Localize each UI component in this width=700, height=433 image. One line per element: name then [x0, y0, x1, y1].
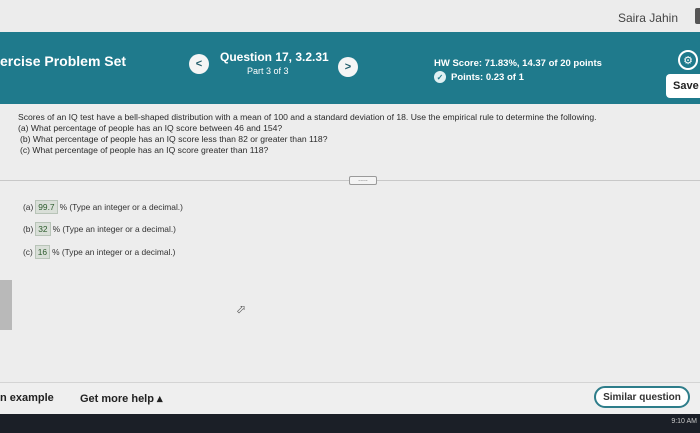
answer-row-c: (c) 16 % (Type an integer or a decimal.) — [23, 245, 175, 259]
problem-set-title: ercise Problem Set — [0, 53, 127, 69]
problem-part-b: (b) What percentage of people has an IQ … — [20, 134, 328, 144]
answer-hint-b: % (Type an integer or a decimal.) — [52, 224, 176, 234]
left-scrollbar[interactable] — [0, 280, 12, 330]
points-label: Points: 0.23 of 1 — [451, 71, 524, 83]
bottom-bar: n example Get more help ▴ Similar questi… — [0, 382, 700, 414]
answer-hint-a: % (Type an integer or a decimal.) — [59, 202, 183, 212]
top-bar: Saira Jahin — [0, 0, 700, 32]
problem-statement: Scores of an IQ test have a bell-shaped … — [18, 112, 688, 156]
taskbar: 9:10 AM — [0, 414, 700, 433]
user-name: Saira Jahin — [617, 11, 678, 25]
answer-label-b: (b) — [23, 224, 34, 234]
answer-label-a: (a) — [23, 202, 34, 212]
get-more-help-button[interactable]: Get more help ▴ — [80, 392, 163, 405]
save-button[interactable]: Save — [666, 74, 700, 98]
similar-question-button[interactable]: Similar question — [594, 386, 690, 408]
expand-handle[interactable]: ..... — [349, 176, 377, 185]
check-circle-icon: ✓ — [434, 71, 446, 83]
problem-part-c: (c) What percentage of people has an IQ … — [20, 145, 269, 155]
user-menu-edge[interactable] — [695, 8, 700, 24]
answer-input-c[interactable]: 16 — [34, 245, 51, 259]
points-row: ✓ Points: 0.23 of 1 — [434, 71, 524, 83]
next-question-button[interactable]: > — [338, 57, 358, 77]
question-content: Scores of an IQ test have a bell-shaped … — [0, 104, 700, 382]
clock: 9:10 AM — [671, 418, 697, 425]
question-title: Question 17, 3.2.31 — [220, 50, 329, 64]
problem-part-a: (a) What percentage of people has an IQ … — [18, 123, 283, 133]
help-example-link[interactable]: n example — [0, 392, 54, 404]
answer-hint-c: % (Type an integer or a decimal.) — [52, 247, 176, 257]
question-part: Part 3 of 3 — [247, 66, 289, 76]
answer-row-b: (b) 32 % (Type an integer or a decimal.) — [23, 222, 176, 236]
pointer-cursor-icon: ⬀ — [236, 302, 247, 316]
problem-intro: Scores of an IQ test have a bell-shaped … — [18, 112, 597, 122]
assignment-header: ercise Problem Set < Question 17, 3.2.31… — [0, 32, 700, 104]
hw-score: HW Score: 71.83%, 14.37 of 20 points — [434, 58, 602, 69]
answer-row-a: (a) 99.7 % (Type an integer or a decimal… — [23, 200, 183, 214]
answer-input-b[interactable]: 32 — [35, 222, 51, 236]
previous-question-button[interactable]: < — [189, 54, 209, 74]
gear-icon[interactable]: ⚙ — [678, 50, 698, 70]
answer-label-c: (c) — [23, 247, 33, 257]
answer-input-a[interactable]: 99.7 — [35, 200, 58, 214]
